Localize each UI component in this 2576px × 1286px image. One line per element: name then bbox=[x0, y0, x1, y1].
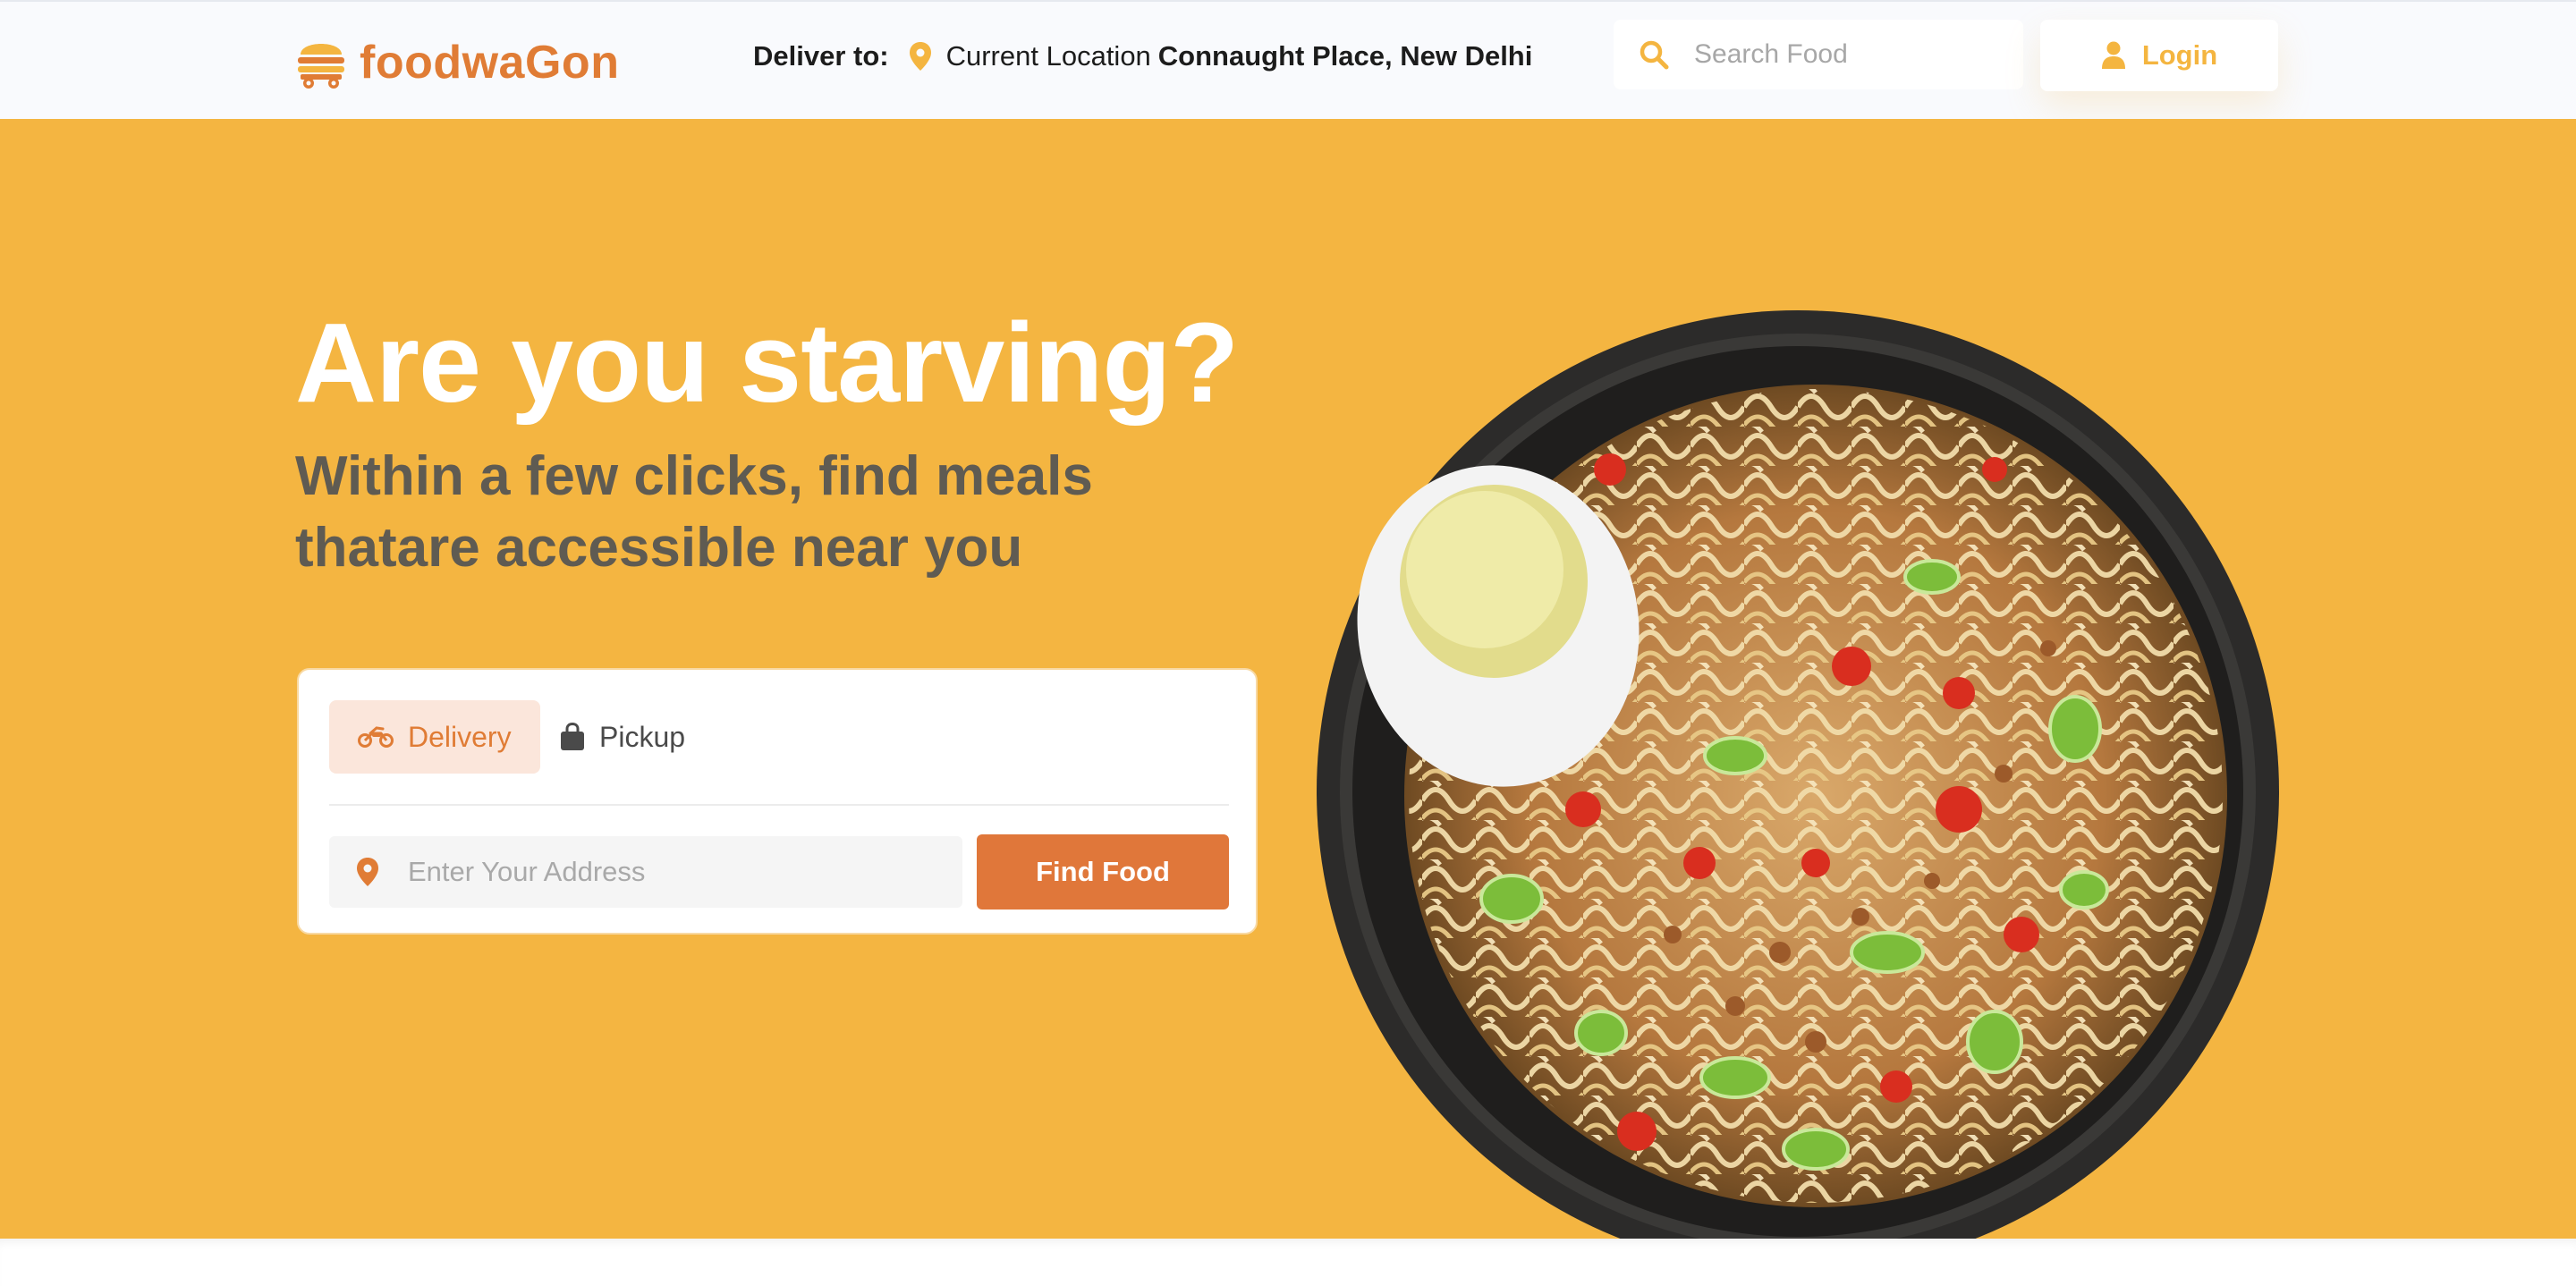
brand-name-part1: foodwa bbox=[360, 37, 525, 89]
tab-pickup-label: Pickup bbox=[599, 720, 686, 753]
search-box bbox=[1614, 20, 2023, 89]
food-truck-icon bbox=[298, 44, 344, 89]
location-pin-icon bbox=[357, 858, 378, 886]
deliver-to-label: Deliver to: bbox=[753, 40, 889, 72]
login-label: Login bbox=[2141, 39, 2218, 71]
navbar: foodwaGon Deliver to: Current Location C… bbox=[0, 0, 2576, 119]
shopping-bag-icon bbox=[561, 723, 584, 750]
tab-delivery-label: Delivery bbox=[408, 720, 512, 753]
address-input[interactable] bbox=[406, 855, 946, 889]
hero-headline: Are you starving? bbox=[295, 300, 1239, 426]
find-food-button[interactable]: Find Food bbox=[977, 834, 1229, 910]
address-box bbox=[329, 836, 962, 908]
user-icon bbox=[2101, 41, 2125, 69]
motorcycle-icon bbox=[358, 726, 394, 748]
brand-logo[interactable]: foodwaGon bbox=[295, 34, 619, 91]
search-card: Delivery Pickup Find Food bbox=[297, 668, 1258, 935]
hero-section: Are you starving? Within a few clicks, f… bbox=[0, 119, 2576, 1239]
brand-name-part2: Gon bbox=[524, 37, 620, 89]
location-name: Connaught Place, New Delhi bbox=[1157, 40, 1533, 72]
location-pin-icon bbox=[909, 42, 931, 71]
tab-delivery[interactable]: Delivery bbox=[329, 700, 540, 774]
current-location-label: Current Location bbox=[945, 40, 1151, 72]
login-button[interactable]: Login bbox=[2040, 20, 2278, 91]
next-section-edge bbox=[0, 1239, 2576, 1286]
brand-name: foodwaGon bbox=[360, 36, 619, 89]
deliver-to[interactable]: Deliver to: Current Location Connaught P… bbox=[753, 34, 1532, 79]
hero-subline: Within a few clicks, find meals thatare … bbox=[295, 445, 1093, 579]
search-input[interactable] bbox=[1692, 38, 2018, 71]
noodle-bowl-image bbox=[1317, 310, 2279, 1239]
tab-pickup[interactable]: Pickup bbox=[531, 700, 714, 774]
card-divider bbox=[329, 804, 1229, 806]
search-icon[interactable] bbox=[1639, 39, 1669, 70]
